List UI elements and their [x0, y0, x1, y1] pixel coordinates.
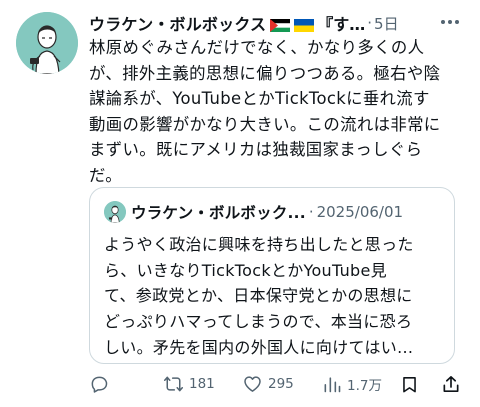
post-text-line: 謀論系が、YouTubeとかTickTockに垂れ流す — [89, 89, 430, 109]
header-separator: · — [367, 14, 373, 32]
action-bar: 181 295 1.7万 — [89, 371, 464, 397]
repost-count: 181 — [189, 376, 215, 392]
quoted-author-avatar — [104, 201, 126, 223]
quoted-text-line: どっぷりハマってしまうので、本当に恐ろ — [104, 312, 413, 332]
view-count: 1.7万 — [347, 378, 382, 394]
views-button[interactable]: 1.7万 — [322, 371, 382, 397]
post-text-line: 林原めぐみさんだけでなく、かなり多くの人 — [89, 38, 425, 57]
bookmark-button[interactable] — [400, 371, 419, 397]
like-button[interactable]: 295 — [242, 371, 294, 397]
quoted-post-date: 2025/06/01 — [316, 203, 404, 221]
post-text-line: が、排外主義的思想に偏りつつある。極右や陰 — [89, 63, 441, 83]
quoted-post-header: ウラケン・ボルボック... · 2025/06/01 — [104, 200, 444, 224]
post-header: ウラケン・ボルボックス 『す… · 5日 — [89, 11, 462, 35]
share-icon — [441, 374, 461, 395]
share-button[interactable] — [441, 371, 461, 397]
author-avatar[interactable] — [16, 12, 78, 74]
repost-icon — [163, 374, 184, 394]
more-options-icon[interactable] — [438, 10, 462, 34]
post-text-line: まずい。既にアメリカは独裁国家まっしぐら — [89, 140, 423, 160]
post-time[interactable]: 5日 — [374, 13, 399, 34]
quoted-header-separator: · — [308, 203, 314, 221]
post-text: 林原めぐみさんだけでなく、かなり多くの人 が、排外主義的思想に偏りつつある。極右や… — [89, 35, 461, 189]
ukraine-flag-icon — [294, 17, 315, 32]
illustrated-avatar-icon — [104, 201, 126, 223]
reply-button[interactable] — [89, 371, 114, 397]
quoted-text-line: ようやく政治に興味を持ち出したと思った — [104, 235, 414, 254]
like-icon — [242, 374, 263, 394]
palestine-flag-icon — [270, 17, 291, 32]
quoted-author-name: ウラケン・ボルボック... — [131, 204, 306, 222]
bookmark-icon — [400, 374, 419, 395]
author-name[interactable]: ウラケン・ボルボックス — [89, 11, 266, 35]
post-text-line: 動画の影響がかなり大きい。この流れは非常に — [89, 114, 441, 134]
quoted-text-line: ら、いきなりTickTockとかYouTube見 — [104, 260, 387, 280]
quoted-post-text: ようやく政治に興味を持ち出したと思った ら、いきなりTickTockとかYouTu… — [104, 232, 446, 361]
quoted-post[interactable]: ウラケン・ボルボック... · 2025/06/01 ようやく政治に興味を持ち出… — [89, 187, 455, 364]
author-name-tail[interactable]: 『す… — [317, 11, 365, 35]
repost-button[interactable]: 181 — [163, 371, 215, 397]
post[interactable]: ウラケン・ボルボックス 『す… · 5日 林原めぐみさんだけでなく、かなり多くの… — [0, 0, 480, 407]
quoted-text-line: しい。矛先を国内の外国人に向けてはい... — [104, 337, 414, 357]
reply-icon — [89, 374, 109, 394]
illustrated-avatar-icon — [16, 12, 78, 74]
like-count: 295 — [268, 376, 294, 392]
views-icon — [322, 374, 342, 394]
post-text-line: だ。 — [89, 165, 122, 185]
quoted-text-line: て、参政党とか、日本保守党とかの思想に — [104, 286, 413, 306]
